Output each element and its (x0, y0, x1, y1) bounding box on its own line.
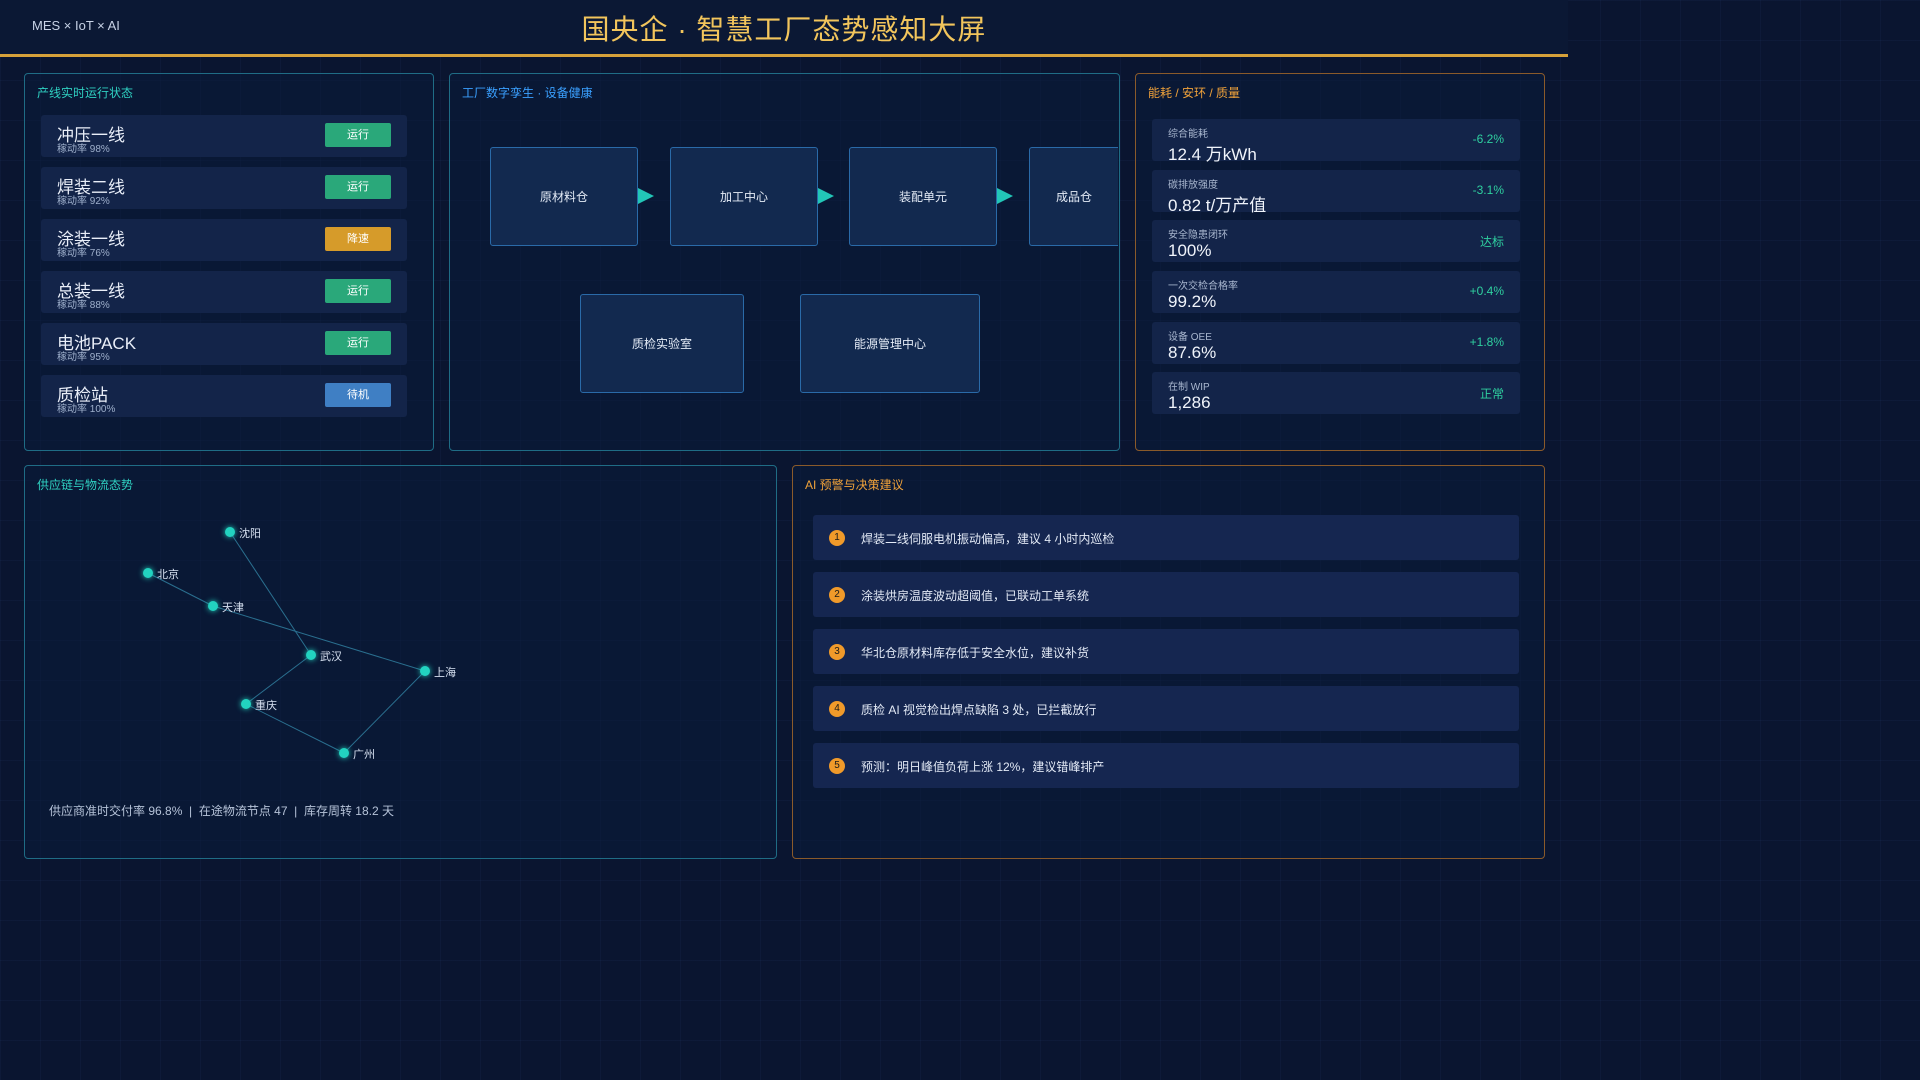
twin-panel-title: 工厂数字孪生 · 设备健康 (462, 86, 593, 100)
city-marker-chongqing[interactable] (241, 699, 251, 709)
line-rate: 稼动率 95% (57, 352, 110, 363)
line-rate: 稼动率 88% (57, 300, 110, 311)
status-badge: 运行 (325, 279, 391, 303)
city-marker-guangzhou[interactable] (339, 748, 349, 758)
kpi-delta: +1.8% (1469, 335, 1504, 349)
kpi-delta: -6.2% (1472, 132, 1504, 146)
alert-number-badge: 1 (829, 530, 845, 546)
kpi-label: 一次交检合格率 (1168, 281, 1238, 292)
city-marker-wuhan[interactable] (306, 650, 316, 660)
kpi-card[interactable]: 一次交检合格率 99.2% +0.4% (1152, 271, 1520, 313)
status-badge: 运行 (325, 123, 391, 147)
kpi-label: 碳排放强度 (1168, 180, 1218, 191)
status-badge: 运行 (325, 175, 391, 199)
alert-number-badge: 4 (829, 701, 845, 717)
line-rate: 稼动率 98% (57, 144, 110, 155)
line-rate: 稼动率 100% (57, 404, 116, 415)
alert-text: 焊装二线伺服电机振动偏高，建议 4 小时内巡检 (861, 532, 1115, 546)
kpi-label: 设备 OEE (1168, 332, 1212, 343)
alert-text: 涂装烘房温度波动超阈值，已联动工单系统 (861, 589, 1090, 603)
line-row[interactable]: 总装一线 稼动率 88% 运行 (41, 271, 407, 313)
kpi-delta: +0.4% (1469, 284, 1504, 298)
city-label: 广州 (353, 749, 375, 761)
kpi-delta: 达标 (1479, 235, 1504, 249)
line-row[interactable]: 质检站 稼动率 100% 待机 (41, 375, 407, 417)
status-badge: 降速 (325, 227, 391, 251)
flow-arrow-icon (997, 188, 1013, 204)
supply-panel: 供应链与物流态势 沈阳 北京 天津 武汉 上海 重庆 广州 供应商准时交付率 9… (24, 465, 777, 859)
alert-item[interactable]: 4 质检 AI 视觉检出焊点缺陷 3 处，已拦截放行 (813, 686, 1519, 731)
line-rate: 稼动率 76% (57, 248, 110, 259)
city-marker-tianjin[interactable] (208, 601, 218, 611)
city-label: 武汉 (320, 651, 342, 663)
kpi-delta: -3.1% (1472, 183, 1504, 197)
kpi-value: 1,286 (1168, 393, 1211, 412)
kpi-card[interactable]: 碳排放强度 0.82 t/万产值 -3.1% (1152, 170, 1520, 215)
kpi-card[interactable]: 设备 OEE 87.6% +1.8% (1152, 322, 1520, 364)
alert-text: 质检 AI 视觉检出焊点缺陷 3 处，已拦截放行 (861, 703, 1097, 717)
status-badge: 待机 (325, 383, 391, 407)
kpi-value: 87.6% (1168, 343, 1217, 362)
city-marker-shanghai[interactable] (420, 666, 430, 676)
node-energy-center[interactable]: 能源管理中心 (800, 294, 980, 393)
kpi-label: 在制 WIP (1168, 382, 1210, 393)
city-label: 北京 (157, 569, 179, 581)
alert-text: 华北仓原材料库存低于安全水位，建议补货 (861, 646, 1090, 660)
metrics-panel: 能耗 / 安环 / 质量 综合能耗 12.4 万kWh -6.2% 碳排放强度 … (1135, 73, 1545, 451)
city-marker-beijing[interactable] (143, 568, 153, 578)
alert-item[interactable]: 3 华北仓原材料库存低于安全水位，建议补货 (813, 629, 1519, 674)
kpi-value: 99.2% (1168, 292, 1217, 311)
alert-number-badge: 5 (829, 758, 845, 774)
kpi-value: 0.82 t/万产值 (1168, 196, 1267, 215)
status-badge: 运行 (325, 331, 391, 355)
flow-arrow-icon (638, 188, 654, 204)
alert-number-badge: 2 (829, 587, 845, 603)
alert-number-badge: 3 (829, 644, 845, 660)
kpi-value: 12.4 万kWh (1168, 145, 1257, 164)
kpi-card[interactable]: 在制 WIP 1,286 正常 (1152, 372, 1520, 414)
kpi-card[interactable]: 安全隐患闭环 100% 达标 (1152, 220, 1520, 262)
node-qc-lab[interactable]: 质检实验室 (580, 294, 744, 393)
twin-panel: 工厂数字孪生 · 设备健康 原材料仓 加工中心 装配单元 成品仓 质检实验室 能… (449, 73, 1120, 451)
kpi-delta: 正常 (1479, 387, 1504, 401)
line-row[interactable]: 涂装一线 稼动率 76% 降速 (41, 219, 407, 261)
city-label: 重庆 (255, 700, 277, 712)
alert-item[interactable]: 2 涂装烘房温度波动超阈值，已联动工单系统 (813, 572, 1519, 617)
header-divider (0, 54, 1568, 57)
alert-item[interactable]: 5 预测：明日峰值负荷上涨 12%，建议错峰排产 (813, 743, 1519, 788)
alerts-panel-title: AI 预警与决策建议 (805, 478, 904, 492)
alert-item[interactable]: 1 焊装二线伺服电机振动偏高，建议 4 小时内巡检 (813, 515, 1519, 560)
node-finished-goods-warehouse[interactable]: 成品仓 (1029, 147, 1118, 246)
node-assembly-unit[interactable]: 装配单元 (849, 147, 997, 246)
supply-stats: 供应商准时交付率 96.8% | 在途物流节点 47 | 库存周转 18.2 天 (49, 804, 394, 818)
kpi-card[interactable]: 综合能耗 12.4 万kWh -6.2% (1152, 119, 1520, 164)
line-row[interactable]: 焊装二线 稼动率 92% 运行 (41, 167, 407, 209)
node-raw-material-warehouse[interactable]: 原材料仓 (490, 147, 638, 246)
logistics-route-map (147, 531, 426, 754)
page-title: 国央企 · 智慧工厂态势感知大屏 (581, 14, 987, 45)
metrics-panel-title: 能耗 / 安环 / 质量 (1148, 86, 1241, 100)
line-rate: 稼动率 92% (57, 196, 110, 207)
kpi-label: 综合能耗 (1168, 129, 1208, 140)
city-label: 天津 (222, 602, 244, 614)
line-row[interactable]: 冲压一线 稼动率 98% 运行 (41, 115, 407, 157)
city-label: 上海 (434, 667, 456, 679)
node-machining-center[interactable]: 加工中心 (670, 147, 818, 246)
alert-text: 预测：明日峰值负荷上涨 12%，建议错峰排产 (861, 760, 1105, 774)
kpi-value: 100% (1168, 241, 1212, 260)
production-panel-title: 产线实时运行状态 (37, 86, 134, 100)
kpi-label: 安全隐患闭环 (1168, 230, 1228, 241)
header-bar: MES × IoT × AI 国央企 · 智慧工厂态势感知大屏 (0, 0, 1568, 57)
flow-arrow-icon (818, 188, 834, 204)
production-panel: 产线实时运行状态 冲压一线 稼动率 98% 运行 焊装二线 稼动率 92% 运行… (24, 73, 434, 451)
line-row[interactable]: 电池PACK 稼动率 95% 运行 (41, 323, 407, 365)
alerts-panel: AI 预警与决策建议 1 焊装二线伺服电机振动偏高，建议 4 小时内巡检 2 涂… (792, 465, 1545, 859)
city-label: 沈阳 (239, 528, 261, 540)
city-marker-shenyang[interactable] (225, 527, 235, 537)
